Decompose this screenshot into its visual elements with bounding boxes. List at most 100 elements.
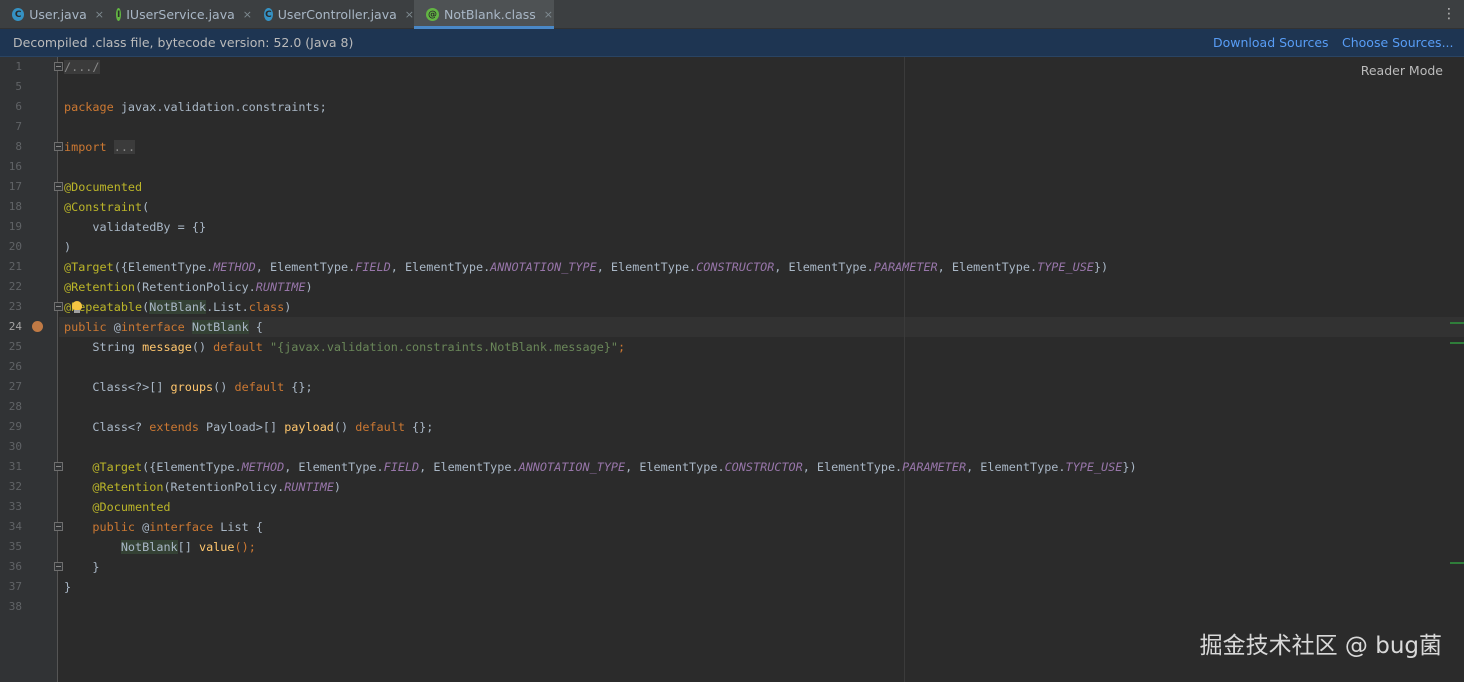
- fold-toggle-icon[interactable]: [54, 522, 63, 531]
- code-text: Class<?>[]: [64, 380, 171, 394]
- close-icon[interactable]: ×: [243, 8, 252, 21]
- code-line-1: /.../: [64, 57, 100, 77]
- scrollbar-change-marker[interactable]: [1450, 342, 1464, 344]
- reader-mode-button[interactable]: Reader Mode: [1361, 63, 1443, 78]
- code-line-24: public @interface NotBlank {: [64, 317, 263, 337]
- string-literal: "{javax.validation.constraints.NotBlank.…: [270, 340, 619, 354]
- static-field: PARAMETER: [902, 460, 967, 474]
- line-number: 32: [8, 480, 22, 493]
- scrollbar-change-marker[interactable]: [1450, 562, 1464, 564]
- line-number: 30: [8, 440, 22, 453]
- fold-toggle-icon[interactable]: [54, 562, 63, 571]
- choose-sources-link[interactable]: Choose Sources...: [1342, 35, 1454, 50]
- static-field: FIELD: [355, 260, 391, 274]
- line-number: 1: [15, 60, 22, 73]
- code-text: , ElementType.: [937, 260, 1038, 274]
- annotation: @Constraint: [64, 200, 143, 214]
- code-line-27: Class<?>[] groups() default {};: [64, 377, 312, 397]
- close-icon[interactable]: ×: [544, 8, 553, 21]
- line-number: 36: [8, 560, 22, 573]
- method-name: value: [198, 540, 235, 554]
- implemented-gutter-icon[interactable]: [32, 321, 43, 332]
- line-number: 27: [8, 380, 22, 393]
- tab-notblank-class[interactable]: @ NotBlank.class ×: [414, 0, 554, 29]
- scrollbar-change-marker[interactable]: [1450, 322, 1464, 324]
- line-number: 6: [15, 100, 22, 113]
- fold-toggle-icon[interactable]: [54, 462, 63, 471]
- tab-user-java[interactable]: C User.java ×: [0, 0, 104, 29]
- line-number: 38: [8, 600, 22, 613]
- static-field: CONSTRUCTOR: [696, 260, 775, 274]
- fold-toggle-icon[interactable]: [54, 302, 63, 311]
- close-icon[interactable]: ×: [95, 8, 104, 21]
- code-text: {: [248, 520, 263, 534]
- annotation: @Retention: [64, 280, 136, 294]
- line-number: 19: [8, 220, 22, 233]
- code-text: @: [106, 320, 121, 334]
- code-text: .List.: [206, 300, 249, 314]
- folded-imports[interactable]: ...: [113, 140, 136, 154]
- code-line-18: @Constraint(: [64, 197, 149, 217]
- method-name: groups: [170, 380, 214, 394]
- more-options-icon[interactable]: ⋮: [1442, 6, 1456, 22]
- code-text: List: [220, 520, 249, 534]
- code-line-29: Class<? extends Payload>[] payload() def…: [64, 417, 433, 437]
- code-text: , ElementType.: [966, 460, 1066, 474]
- static-field: TYPE_USE: [1037, 260, 1094, 274]
- code-line-31: @Target({ElementType.METHOD, ElementType…: [64, 457, 1137, 477]
- code-text: (): [213, 380, 235, 394]
- code-text: String: [64, 340, 143, 354]
- line-number: 29: [8, 420, 22, 433]
- line-number: 20: [8, 240, 22, 253]
- fold-toggle-icon[interactable]: [54, 62, 63, 71]
- code-line-25: String message() default "{javax.validat…: [64, 337, 625, 357]
- method-name: payload: [284, 420, 334, 434]
- static-field: TYPE_USE: [1065, 460, 1123, 474]
- code-text: }): [1093, 260, 1109, 274]
- fold-toggle-icon[interactable]: [54, 182, 63, 191]
- line-number: 5: [15, 80, 22, 93]
- keyword: class: [248, 300, 285, 314]
- download-sources-link[interactable]: Download Sources: [1213, 35, 1329, 50]
- keyword: interface: [149, 520, 214, 534]
- code-line-17: @Documented: [64, 180, 143, 194]
- code-text: , ElementType.: [625, 460, 725, 474]
- keyword: extends: [149, 420, 199, 434]
- code-line-32: @Retention(RetentionPolicy.RUNTIME): [64, 477, 341, 497]
- line-number: 18: [8, 200, 22, 213]
- code-text: (): [191, 340, 214, 354]
- tab-iuserservice-java[interactable]: I IUserService.java ×: [104, 0, 252, 29]
- line-number: 28: [8, 400, 22, 413]
- code-text: }): [1122, 460, 1137, 474]
- line-number: 25: [8, 340, 22, 353]
- annotation: @Retention: [92, 480, 164, 494]
- fold-toggle-icon[interactable]: [54, 142, 63, 151]
- line-number: 17: [8, 180, 22, 193]
- code-text: ): [333, 480, 342, 494]
- folded-comment[interactable]: /.../: [64, 60, 100, 74]
- lightbulb-icon[interactable]: [72, 301, 82, 313]
- code-text: ({ElementType.: [113, 260, 214, 274]
- line-number: 31: [8, 460, 22, 473]
- highlighted-identifier: NotBlank: [149, 300, 207, 314]
- line-number: 23: [8, 300, 22, 313]
- code-text: (RetentionPolicy.: [135, 280, 256, 294]
- keyword: default: [234, 380, 285, 394]
- keyword: package: [64, 100, 114, 114]
- code-text: (: [142, 200, 150, 214]
- code-text: , ElementType.: [284, 460, 384, 474]
- close-icon[interactable]: ×: [405, 8, 414, 21]
- static-field: METHOD: [241, 460, 285, 474]
- keyword: public: [92, 520, 136, 534]
- annotation: @Target: [64, 260, 114, 274]
- static-field: RUNTIME: [284, 480, 334, 494]
- code-editor[interactable]: 1 5 6 7 8 16 17 18 19 20 21 22 23 24 25 …: [0, 57, 1464, 682]
- interface-icon: I: [116, 8, 122, 21]
- code-text: ({ElementType.: [142, 460, 242, 474]
- tab-usercontroller-java[interactable]: C UserController.java ×: [252, 0, 414, 29]
